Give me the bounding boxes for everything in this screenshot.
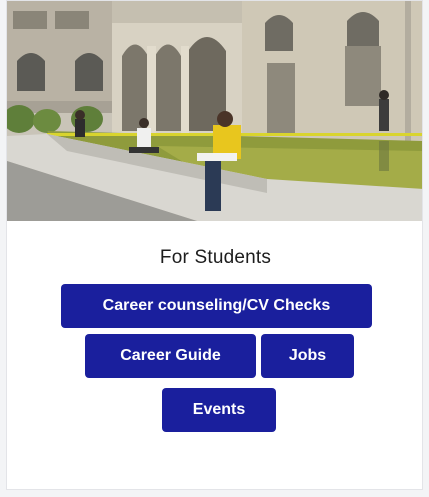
card-title: For Students: [159, 247, 272, 268]
events-button[interactable]: Events: [162, 388, 276, 432]
career-counseling-button[interactable]: Career counseling/CV Checks: [61, 284, 372, 328]
career-guide-button[interactable]: Career Guide: [85, 334, 256, 378]
jobs-button[interactable]: Jobs: [261, 334, 354, 378]
campus-photo: [7, 1, 422, 221]
students-card: For Students Career counseling/CV Checks…: [6, 0, 423, 490]
